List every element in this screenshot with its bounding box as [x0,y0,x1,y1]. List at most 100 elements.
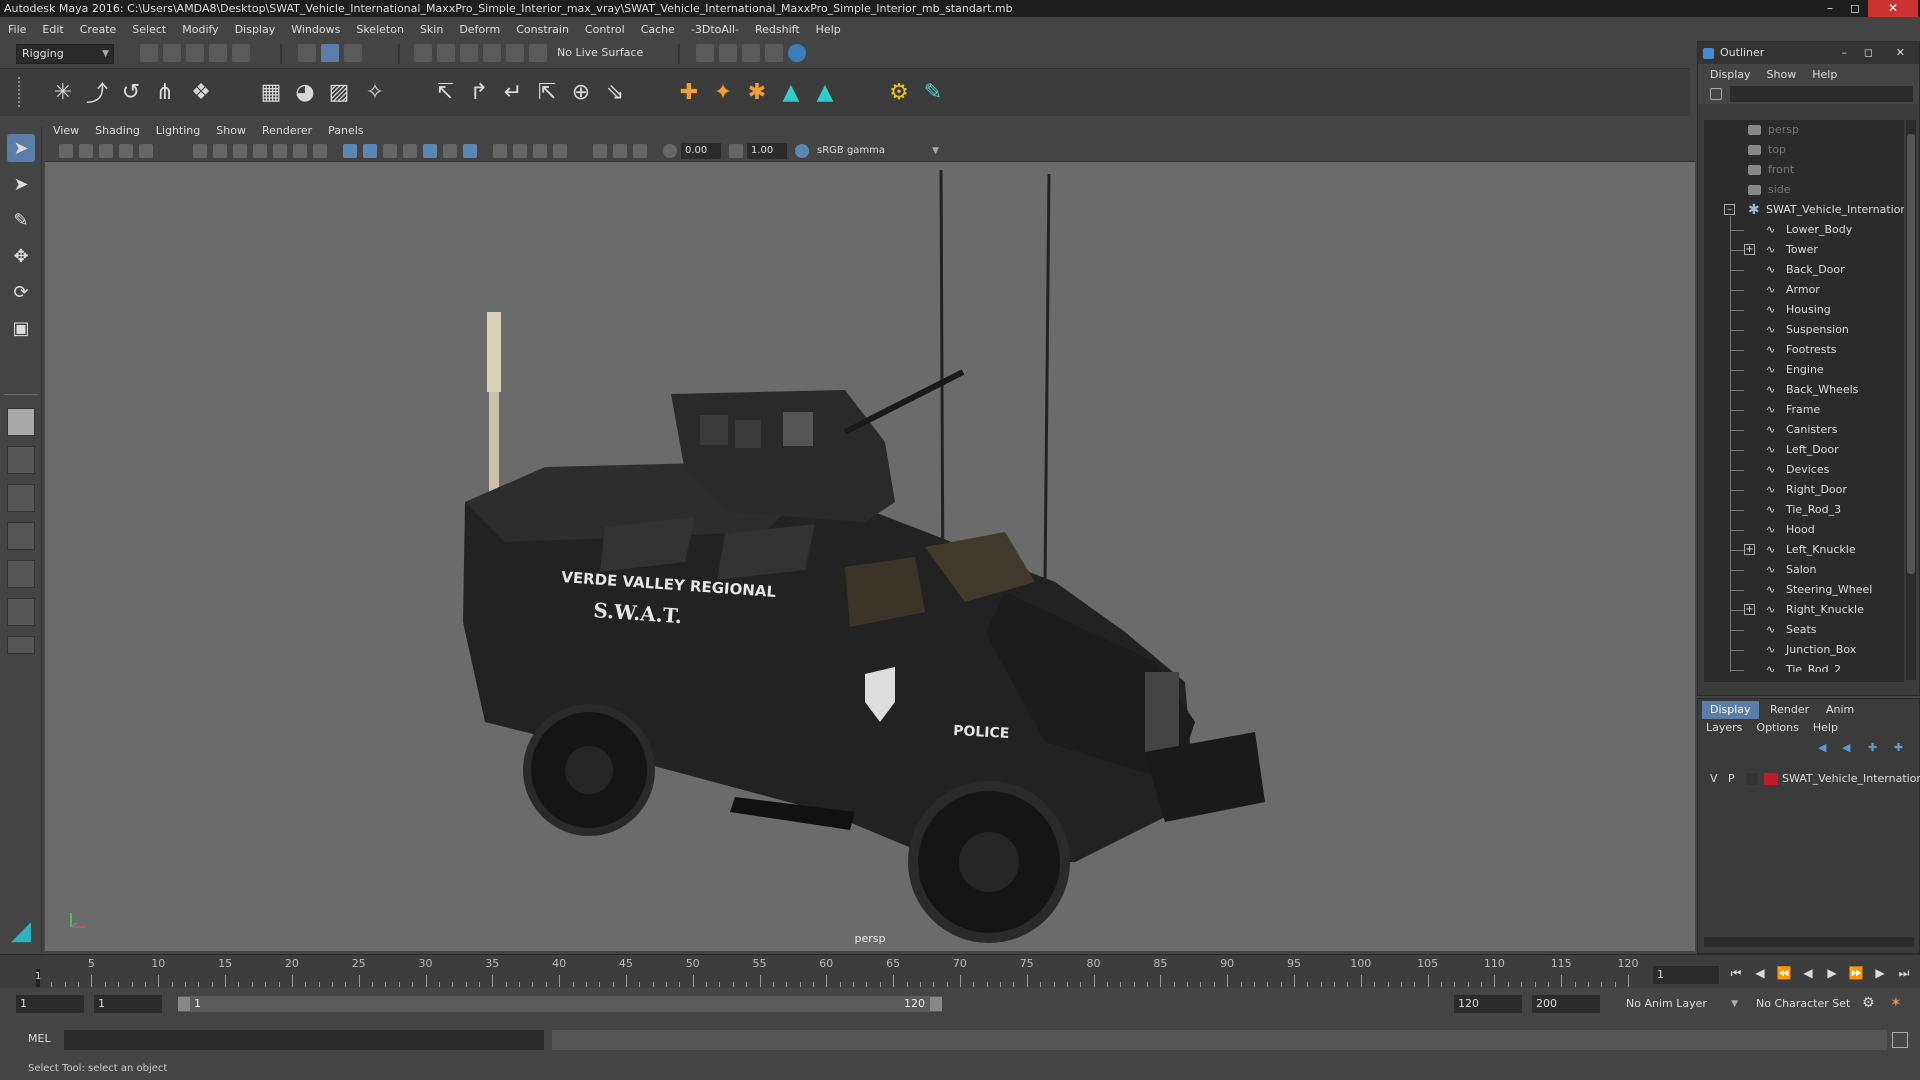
film-gate-icon[interactable] [213,144,227,158]
animation-end-field[interactable]: 200 [1532,995,1600,1013]
outliner-camera-item[interactable]: side [1704,180,1904,200]
outliner-child-item[interactable]: ∿ Left_Door [1704,440,1904,460]
paint-weights-icon[interactable]: ◕ [290,77,320,107]
go-to-start-icon[interactable]: ⏮ [1728,965,1744,981]
outliner-root-item[interactable]: – ✱ SWAT_Vehicle_Internation [1704,200,1904,220]
camera-attributes-icon[interactable] [59,144,73,158]
panel-menu-shading[interactable]: Shading [95,124,140,137]
snap-view-icon[interactable] [483,44,501,62]
outliner-camera-item[interactable]: top [1704,140,1904,160]
quick-rig-icon[interactable]: ▲ [810,77,840,107]
snap-grid-icon[interactable] [414,44,432,62]
paint-select-icon[interactable]: ✎ [7,206,35,234]
outliner-child-item[interactable]: + ∿ Tower [1704,240,1904,260]
safe-title-icon[interactable] [313,144,327,158]
go-to-end-icon[interactable]: ⏭ [1896,965,1912,981]
color-management-icon[interactable] [795,144,809,158]
command-language-label[interactable]: MEL [28,1032,51,1045]
layer-horizontal-scrollbar[interactable] [1704,937,1914,947]
joint-tool-icon[interactable]: ✳ [48,77,78,107]
time-ruler[interactable]: 5 10 15 20 25 30 35 40 45 50 55 60 65 70 75 80 85 90 95 100… [28,955,1639,989]
redo-icon[interactable] [232,44,250,62]
outliner-child-item[interactable]: ∿ Back_Door [1704,260,1904,280]
menu-select[interactable]: Select [132,23,166,36]
select-object-icon[interactable] [321,44,339,62]
hypershade-layout-icon[interactable] [7,560,35,588]
open-scene-icon[interactable] [163,44,181,62]
refresh-icon[interactable] [1710,88,1722,100]
textured-icon[interactable] [403,144,417,158]
scale-tool-icon[interactable]: ▣ [7,314,35,342]
lattice-icon[interactable]: ▨ [324,77,354,107]
render-settings-icon[interactable] [742,44,760,62]
shelf-options-icon[interactable] [18,77,28,107]
close-icon[interactable]: ✕ [1868,0,1918,17]
layer-menu-help[interactable]: Help [1813,721,1838,734]
scroll-thumb[interactable] [1907,134,1915,574]
range-end-handle[interactable] [930,997,942,1011]
step-back-key-icon[interactable]: ⏪ [1776,965,1792,981]
menu-file[interactable]: File [8,23,26,36]
minimize-icon[interactable]: – [1818,0,1842,17]
layer-row[interactable]: V P SWAT_Vehicle_Internatior [1706,769,1920,789]
outliner-search-input[interactable] [1730,86,1913,102]
snap-curve-icon[interactable] [437,44,455,62]
render-frame-icon[interactable] [696,44,714,62]
locator-icon[interactable]: ✚ [674,77,704,107]
ik-spline-icon[interactable]: ↺ [116,77,146,107]
tab-display[interactable]: Display [1702,701,1759,719]
outliner-camera-item[interactable]: front [1704,160,1904,180]
menu-modify[interactable]: Modify [182,23,218,36]
play-forwards-icon[interactable]: ▶ [1824,965,1840,981]
grease-pencil-icon[interactable] [139,144,153,158]
panel-menu-panels[interactable]: Panels [328,124,363,137]
current-frame-field[interactable]: 1 [1653,966,1719,984]
image-plane-icon[interactable] [99,144,113,158]
expand-toggle[interactable]: + [1744,244,1755,255]
gamma-field[interactable]: 1.00 [747,143,787,159]
menu-3dtoall[interactable]: -3DtoAll- [691,23,739,36]
outliner-child-item[interactable]: ∿ Housing [1704,300,1904,320]
playback-end-field[interactable]: 120 [1454,995,1522,1013]
outliner-child-item[interactable]: ∿ Tie_Rod_3 [1704,500,1904,520]
insert-joint-icon[interactable]: ⋔ [150,77,180,107]
scale-constraint-icon[interactable]: ⇱ [532,77,562,107]
depth-of-field-icon[interactable] [533,144,547,158]
menu-redshift[interactable]: Redshift [755,23,800,36]
outliner-child-item[interactable]: ∿ Steering_Wheel [1704,580,1904,600]
select-component-icon[interactable] [344,44,362,62]
use-all-lights-icon[interactable] [423,144,437,158]
ik-fk-icon[interactable]: ✦ [708,77,738,107]
character-set-icon[interactable]: ✱ [742,77,772,107]
snap-surface-icon[interactable] [506,44,524,62]
layer-display-type[interactable] [1746,773,1758,785]
auto-key-icon[interactable]: ⚙ [1862,995,1875,1011]
layer-menu-options[interactable]: Options [1756,721,1798,734]
outliner-child-item[interactable]: ∿ Lower_Body [1704,220,1904,240]
parent-constraint-icon[interactable]: ↸ [430,77,460,107]
set-driven-key-icon[interactable]: ⚙ [884,77,914,107]
rotate-tool-icon[interactable]: ⟳ [7,278,35,306]
outliner-child-item[interactable]: ∿ Suspension [1704,320,1904,340]
new-empty-layer-icon[interactable]: ✚ [1868,741,1877,754]
menu-skin[interactable]: Skin [420,23,443,36]
outliner-horizontal-scrollbar[interactable] [1704,672,1904,682]
orient-constraint-icon[interactable]: ↵ [498,77,528,107]
collapse-toggle[interactable]: – [1724,204,1735,215]
expand-toggle[interactable]: + [1744,544,1755,555]
cluster-icon[interactable]: ✧ [360,77,390,107]
grid-toggle-icon[interactable] [193,144,207,158]
gate-mask-icon[interactable] [253,144,267,158]
snap-point-icon[interactable] [460,44,478,62]
select-tool-icon[interactable]: ➤ [7,134,35,162]
outliner-child-item[interactable]: ∿ Back_Wheels [1704,380,1904,400]
aim-constraint-icon[interactable]: ⊕ [566,77,596,107]
outliner-child-item[interactable]: ∿ Engine [1704,360,1904,380]
xray-joints-icon[interactable] [613,144,627,158]
outliner-child-item[interactable]: + ∿ Right_Knuckle [1704,600,1904,620]
perspective-viewport[interactable]: VERDE VALLEY REGIONAL S.W.A.T. POLICE pe… [45,162,1695,951]
shadows-icon[interactable] [443,144,457,158]
save-scene-icon[interactable] [186,44,204,62]
menuset-dropdown[interactable]: Rigging ▼ [16,44,114,64]
lasso-tool-icon[interactable]: ➤ [7,170,35,198]
